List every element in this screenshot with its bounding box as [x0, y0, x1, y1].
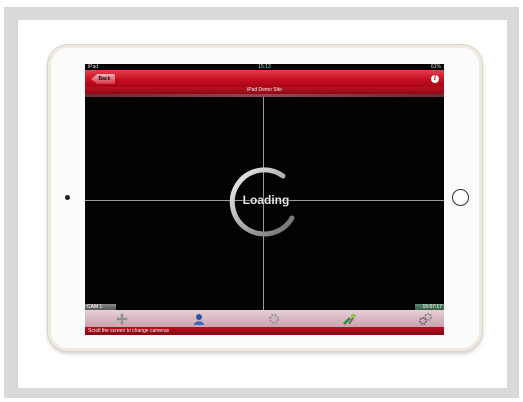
gear-icon[interactable] — [267, 312, 281, 325]
loading-text: Loading — [242, 193, 290, 207]
tools-icon[interactable] — [342, 312, 356, 325]
camera-view[interactable]: Loading — [85, 97, 444, 310]
front-camera — [65, 195, 70, 200]
toolbar — [85, 310, 444, 327]
ptz-move-icon[interactable] — [115, 312, 129, 325]
site-title: iPad Demo Site — [85, 87, 444, 94]
settings-gears-icon[interactable] — [418, 312, 432, 325]
nav-bar: Back i — [85, 70, 444, 87]
user-icon[interactable] — [192, 312, 206, 325]
info-icon[interactable]: i — [431, 75, 439, 83]
app-screen: iPad 15:13 61% Back i iPad Demo Site Loa… — [85, 64, 444, 335]
footer-hint: Scroll the screen to change cameras — [85, 327, 444, 335]
home-button[interactable] — [452, 189, 469, 206]
ipad-device: iPad 15:13 61% Back i iPad Demo Site Loa… — [48, 45, 482, 351]
back-button[interactable]: Back — [91, 74, 115, 84]
